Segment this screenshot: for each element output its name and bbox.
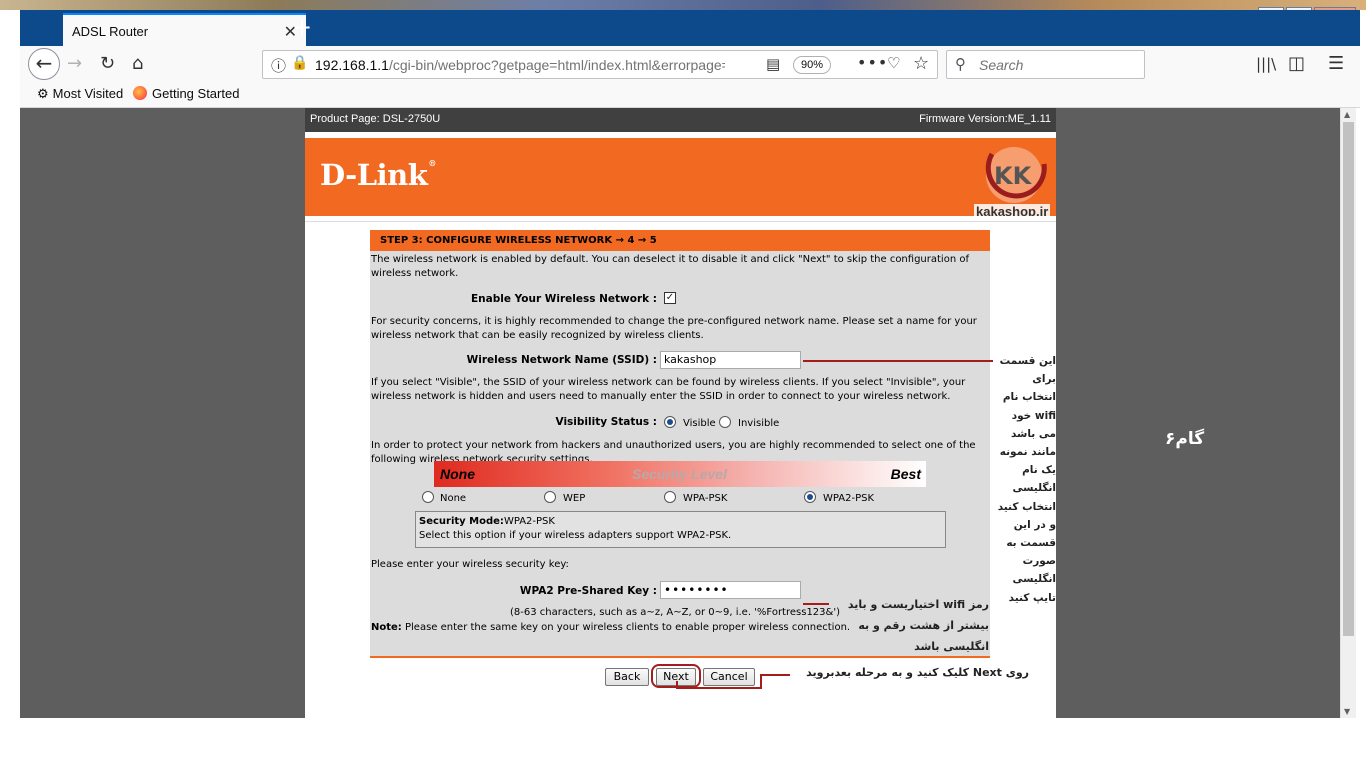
- desktop-right-edge: [1356, 108, 1366, 718]
- kakashop-logo: KK: [985, 147, 1047, 203]
- search-placeholder: Search: [979, 57, 1024, 73]
- reload-icon[interactable]: ↻: [100, 53, 115, 75]
- note-label: Note:: [371, 622, 402, 633]
- password-annotation: رمز wifi اختیاریست و باید بیشتر از هشت ر…: [847, 598, 989, 653]
- security-wep-radio[interactable]: [544, 491, 556, 503]
- next-annotation-line-stub: [676, 681, 678, 689]
- tab-title: ADSL Router: [72, 24, 149, 39]
- security-mode-title: Security Mode:WPA2-PSK: [419, 516, 555, 527]
- security-bar-none: None: [440, 466, 475, 482]
- scrollbar-thumb[interactable]: [1343, 122, 1354, 636]
- product-page-label: Product Page: DSL-2750U: [310, 113, 441, 125]
- url-path: /cgi-bin/webproc?getpage=html/index.html…: [388, 57, 725, 73]
- search-input[interactable]: ⚲ Search: [946, 50, 1145, 79]
- screen: — □ ✕ ADSL Router ✕ + ← → ↻ ⌂ ⓘ 🔒 192.16…: [0, 0, 1366, 768]
- ssid-info-text: For security concerns, it is highly reco…: [371, 316, 977, 341]
- home-icon[interactable]: ⌂: [132, 53, 143, 75]
- pocket-icon[interactable]: ♡: [887, 54, 900, 72]
- security-level-bar: None Security Level Best: [434, 461, 926, 487]
- back-button[interactable]: ←: [28, 48, 60, 80]
- firefox-icon: [133, 86, 147, 100]
- security-none-radio[interactable]: [422, 491, 434, 503]
- key-prompt: Please enter your wireless security key:: [371, 559, 569, 570]
- dlink-logo: D-Link®: [320, 158, 436, 192]
- page-background-right: [1056, 108, 1340, 718]
- bookmark-label: Most Visited: [52, 86, 124, 101]
- search-icon: ⚲: [955, 55, 966, 73]
- enable-wireless-label: Enable Your Wireless Network :: [470, 293, 657, 305]
- security-wpa2-psk-radio[interactable]: [804, 491, 816, 503]
- scroll-up-icon[interactable]: ▲: [1344, 110, 1350, 119]
- security-wpa-psk-label: WPA-PSK: [683, 493, 728, 504]
- menu-icon[interactable]: ☰: [1328, 53, 1344, 75]
- security-mode-desc: Select this option if your wireless adap…: [419, 530, 732, 541]
- invisible-radio[interactable]: [719, 416, 731, 428]
- note-text: Please enter the same key on your wirele…: [405, 622, 851, 633]
- bookmark-star-icon[interactable]: ☆: [913, 53, 929, 74]
- navigation-toolbar: ← → ↻ ⌂ ⓘ 🔒 192.168.1.1/cgi-bin/webproc?…: [20, 46, 1360, 82]
- zoom-level[interactable]: 90%: [793, 56, 831, 74]
- ssid-input[interactable]: kakashop: [660, 351, 801, 369]
- header-divider: [305, 216, 1056, 222]
- bookmark-label: Getting Started: [152, 86, 240, 101]
- ssid-annotation: این قسمت برای انتخاب نام wifi خود می باش…: [997, 355, 1056, 604]
- next-annotation: روی Next کلیک کنید و به مرحله بعدبروید: [806, 666, 1029, 679]
- visibility-label: Visibility Status :: [555, 416, 658, 428]
- url-text[interactable]: 192.168.1.1/cgi-bin/webproc?getpage=html…: [315, 57, 725, 73]
- tab-adsl-router[interactable]: ADSL Router ✕: [63, 13, 306, 46]
- step-number-annotation: گام۶: [1165, 429, 1205, 449]
- security-bar-title: Security Level: [632, 466, 727, 482]
- scroll-down-icon[interactable]: ▼: [1344, 707, 1350, 716]
- brand-name: D-Link: [320, 158, 428, 192]
- security-mode-label: Security Mode:: [419, 516, 504, 527]
- security-wep-label: WEP: [563, 493, 586, 504]
- security-mode-value: WPA2-PSK: [503, 516, 555, 527]
- bookmark-most-visited[interactable]: ⚙ Most Visited: [37, 86, 123, 102]
- psk-label: WPA2 Pre-Shared Key :: [519, 585, 657, 597]
- reader-view-icon[interactable]: ▤: [766, 55, 780, 73]
- bookmark-getting-started[interactable]: Getting Started: [133, 86, 239, 101]
- security-wpa2-psk-label: WPA2-PSK: [823, 493, 875, 504]
- forward-icon[interactable]: →: [67, 53, 82, 75]
- desktop-wallpaper-strip: [0, 0, 1366, 10]
- gear-icon: ⚙: [37, 86, 49, 101]
- security-bar-best: Best: [890, 466, 921, 482]
- visibility-info-text: If you select "Visible", the SSID of you…: [371, 377, 966, 402]
- library-icon[interactable]: |||\: [1256, 53, 1276, 75]
- info-icon[interactable]: ⓘ: [271, 55, 286, 76]
- vertical-scrollbar[interactable]: ▲ ▼: [1340, 108, 1356, 718]
- password-annotation-line: [803, 603, 829, 605]
- firmware-version-label: Firmware Version:ME_1.11: [919, 113, 1051, 125]
- page-background-left: [20, 108, 305, 718]
- next-annotation-line-riser: [760, 675, 762, 689]
- page-actions-icon[interactable]: •••: [857, 53, 888, 72]
- security-none-label: None: [440, 493, 467, 504]
- page-viewport: Product Page: DSL-2750U Firmware Version…: [20, 108, 1340, 718]
- invisible-radio-label: Invisible: [738, 418, 780, 429]
- router-info-bar: Product Page: DSL-2750U Firmware Version…: [305, 108, 1056, 132]
- step-title: STEP 3: CONFIGURE WIRELESS NETWORK → 4 →…: [370, 230, 990, 251]
- url-host: 192.168.1.1: [315, 57, 389, 73]
- visible-radio[interactable]: [664, 416, 676, 428]
- psk-input[interactable]: ••••••••: [660, 581, 801, 599]
- security-mode-box: Security Mode:WPA2-PSK Select this optio…: [415, 511, 946, 548]
- back-button-router[interactable]: Back: [605, 668, 649, 686]
- enable-wireless-checkbox[interactable]: ✓: [664, 292, 676, 304]
- next-annotation-line-bottom: [676, 687, 762, 689]
- visible-radio-label: Visible: [683, 418, 716, 429]
- svg-text:KK: KK: [994, 162, 1033, 190]
- ssid-label: Wireless Network Name (SSID) :: [466, 354, 657, 366]
- insecure-lock-icon[interactable]: 🔒: [291, 55, 308, 71]
- desktop-left-edge: [0, 10, 20, 720]
- router-header-banner: D-Link® KK kakashop.ir: [305, 138, 1056, 219]
- sidebar-icon[interactable]: ◫: [1288, 53, 1305, 75]
- cancel-button[interactable]: Cancel: [703, 668, 755, 686]
- ssid-annotation-line: [803, 360, 993, 362]
- tab-bar: ADSL Router ✕ +: [20, 10, 1360, 46]
- security-wpa-psk-radio[interactable]: [664, 491, 676, 503]
- intro-text: The wireless network is enabled by defau…: [371, 254, 969, 279]
- address-bar[interactable]: ⓘ 🔒 192.168.1.1/cgi-bin/webproc?getpage=…: [262, 50, 938, 79]
- new-tab-icon[interactable]: +: [292, 13, 312, 41]
- bookmarks-toolbar: ⚙ Most Visited Getting Started: [20, 82, 1360, 108]
